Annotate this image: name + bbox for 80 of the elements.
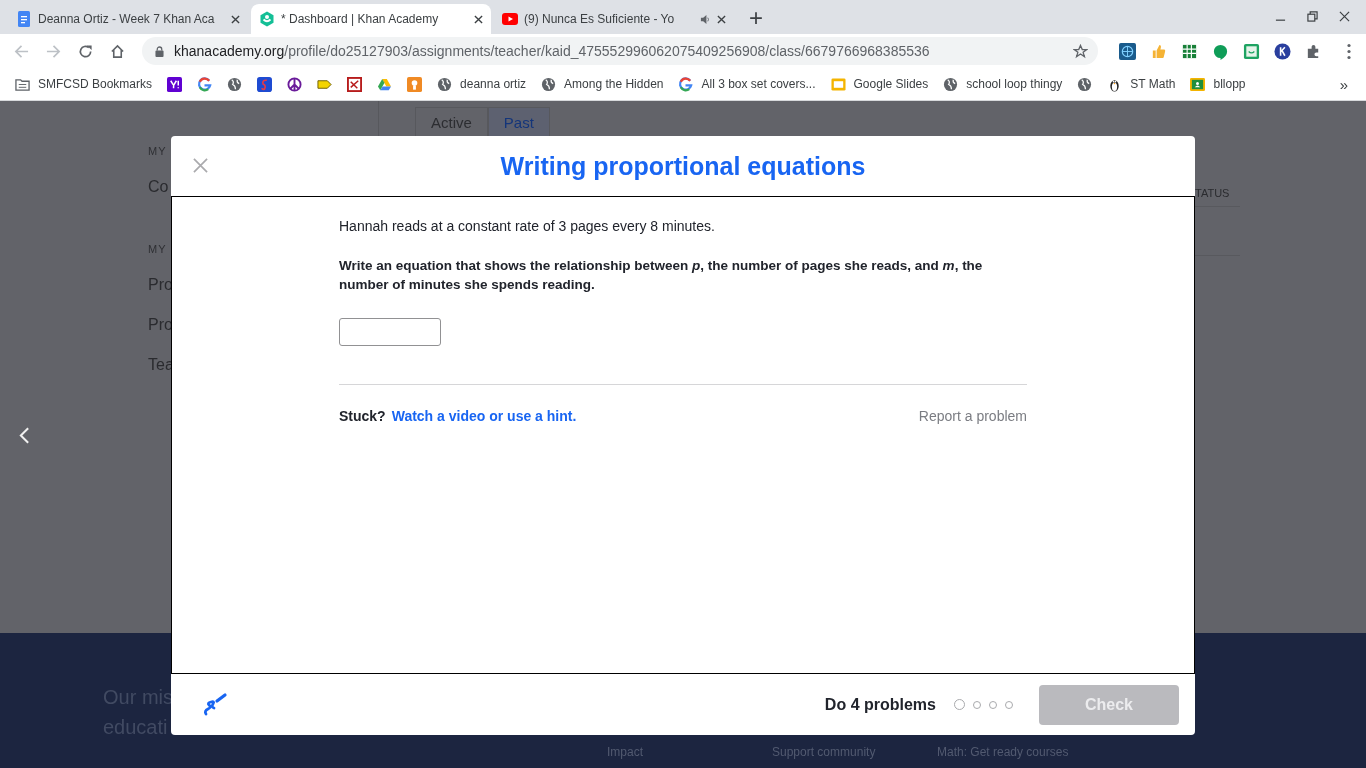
bookmark-label: school loop thingy [966,77,1063,91]
g-logo-icon [197,76,213,92]
url-text: khanacademy.org/profile/do25127903/assignments/teacher/kaid_475552996062075409256908/class/6679766968385536 [174,43,931,59]
globe-icon [943,76,959,92]
bookmark[interactable]: ST Math [1107,76,1176,92]
new-tab-button[interactable]: + [749,4,763,32]
hint-link[interactable]: Watch a video or use a hint. [391,408,577,424]
dialog-title: Writing proportional equations [500,151,866,181]
globe-icon[interactable] [1119,42,1136,60]
answer-field[interactable] [339,318,441,346]
square-logo-icon [347,76,363,92]
square-logo-icon [257,76,273,92]
slides-icon [830,76,846,92]
squiggle-pencil-icon[interactable] [203,691,229,718]
bookmark-label: deanna ortiz [460,77,527,91]
bookmark[interactable]: bllopp [1190,76,1246,92]
bookmark[interactable] [257,76,273,92]
home-icon[interactable] [110,43,125,59]
bookmark[interactable] [167,76,183,92]
bookmark[interactable]: Among the Hidden [541,76,664,92]
bookmark-label: SMFCSD Bookmarks [38,77,153,91]
restore-icon[interactable] [1307,11,1318,22]
close-icon[interactable] [231,14,240,24]
stuck-label: Stuck? [339,408,386,424]
document-icon [16,11,32,27]
peace-sign-icon [287,76,303,92]
star-icon[interactable] [1073,43,1088,59]
smiley-board-icon[interactable] [1243,42,1260,60]
question-text: Write an equation that shows the relationship between p, the number of pages she reads, and m, the number of minutes she spends reading. [339,257,984,294]
bookmark-label: ST Math [1130,77,1176,91]
tab-title: Deanna Ortiz - Week 7 Khan Aca [38,12,216,26]
goal-text: Do 4 problems [824,695,936,714]
reload-icon[interactable] [78,43,93,59]
square-logo-icon [407,76,423,92]
bookmark-label: bllopp [1213,77,1246,91]
chevron-left-icon[interactable] [19,427,30,444]
chat-bubble-icon[interactable] [1212,42,1229,60]
thumbs-up-icon[interactable] [1150,42,1167,60]
circle-logo-icon[interactable] [1274,42,1291,60]
hexagon-logo-icon [259,11,275,27]
browser-tab[interactable]: (9) Nunca Es Suficiente - Yo [494,4,734,34]
bookmark[interactable] [347,76,363,92]
grid-icon[interactable] [1181,42,1198,60]
bookmark[interactable]: All 3 box set covers... [678,76,816,92]
bookmark-label: Google Slides [853,77,929,91]
bookmark[interactable]: deanna ortiz [437,76,527,92]
board-icon [1190,76,1206,92]
globe-icon [541,76,557,92]
play-logo-icon [502,11,518,27]
triangle-logo-icon [377,76,393,92]
globe-icon [227,76,243,92]
report-link[interactable]: Report a problem [918,408,1027,424]
bookmark-label: Among the Hidden [564,77,664,91]
close-icon[interactable] [717,14,726,24]
address-bar[interactable]: khanacademy.org/profile/do25127903/assignments/teacher/kaid_475552996062075409256908/class/6679766968385536 [142,37,1098,65]
bookmark[interactable] [227,76,243,92]
column-header: TATUS [1195,187,1231,199]
square-logo-icon [167,76,183,92]
tab-title: * Dashboard | Khan Academy [281,12,440,26]
tab-title: (9) Nunca Es Suficiente - Yo [524,12,676,26]
bookmark[interactable]: Google Slides [830,76,929,92]
bookmark[interactable] [1077,76,1093,92]
browser-tab[interactable]: * Dashboard | Khan Academy [251,4,491,34]
bookmark-label: All 3 box set covers... [701,77,816,91]
speaker-icon[interactable] [700,13,711,25]
bookmark[interactable]: SMFCSD Bookmarks [15,76,153,92]
browser-tab[interactable]: Deanna Ortiz - Week 7 Khan Aca [8,4,248,34]
bookmark[interactable] [287,76,303,92]
more-bookmarks-button[interactable]: » [1339,75,1348,93]
folder-icon [15,76,30,92]
globe-icon [437,76,453,92]
menu-icon[interactable] [1347,42,1351,60]
close-icon[interactable] [1339,11,1350,22]
bookmark[interactable]: school loop thingy [943,76,1063,92]
bookmark[interactable] [197,76,213,92]
problem-text: Hannah reads at a constant rate of 3 pages every 8 minutes. [339,218,716,234]
close-icon[interactable] [474,14,483,24]
g-logo-icon [678,76,694,92]
globe-icon [1077,76,1093,92]
lock-icon [155,45,164,57]
